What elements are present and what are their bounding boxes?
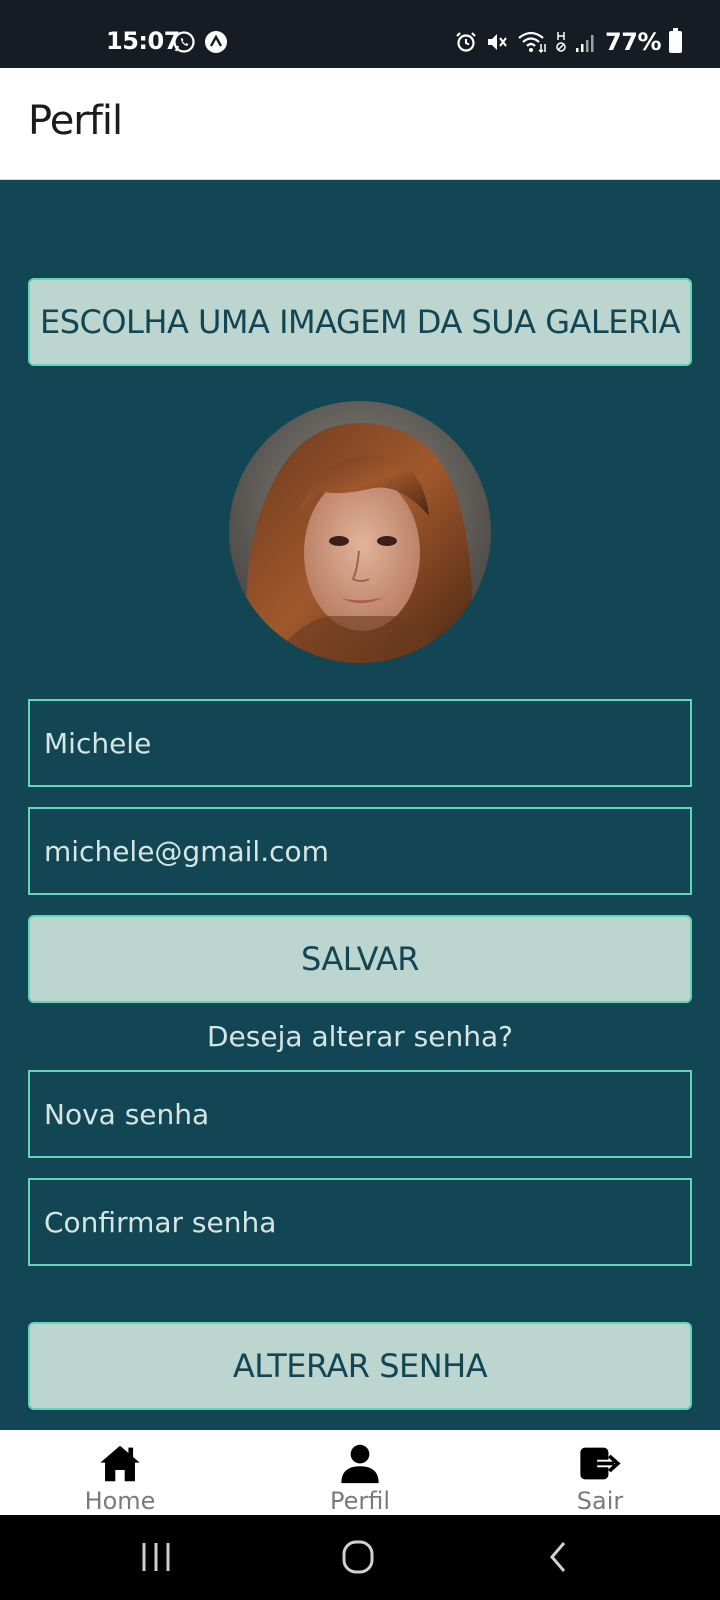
nav-label-home: Home bbox=[84, 1487, 156, 1515]
status-left-icons bbox=[172, 30, 228, 54]
avatar[interactable] bbox=[229, 401, 491, 663]
home-icon bbox=[100, 1445, 140, 1482]
battery-icon bbox=[669, 28, 682, 53]
nav-label-sair: Sair bbox=[576, 1487, 624, 1515]
app-header: Perfil bbox=[0, 68, 720, 180]
battery-percent: 77% bbox=[605, 28, 661, 56]
change-password-button[interactable]: ALTERAR SENHA bbox=[28, 1322, 692, 1410]
user-icon bbox=[341, 1444, 379, 1484]
change-password-question: Deseja alterar senha? bbox=[207, 1020, 513, 1053]
recent-apps-icon[interactable] bbox=[134, 1537, 178, 1577]
new-password-field[interactable]: Nova senha bbox=[28, 1070, 692, 1158]
status-time: 15:07 bbox=[106, 27, 180, 55]
nav-item-perfil[interactable]: Perfil bbox=[280, 1430, 440, 1515]
nav-label-perfil: Perfil bbox=[329, 1487, 391, 1515]
volte-icon bbox=[556, 32, 566, 52]
app-notification-icon bbox=[205, 31, 227, 53]
signal-icon bbox=[576, 35, 594, 52]
bottom-nav: Home Perfil Sair bbox=[0, 1430, 720, 1515]
alarm-icon bbox=[456, 32, 476, 52]
confirm-password-field[interactable]: Confirmar senha bbox=[28, 1178, 692, 1266]
status-right-icons: 77% bbox=[455, 28, 682, 56]
logout-icon bbox=[580, 1447, 621, 1480]
email-field[interactable]: michele@gmail.com bbox=[28, 807, 692, 895]
back-icon[interactable] bbox=[538, 1537, 582, 1577]
nav-item-sair[interactable]: Sair bbox=[520, 1430, 680, 1515]
status-bar: 15:07 77% bbox=[0, 0, 720, 68]
mute-icon bbox=[488, 34, 507, 50]
profile-photo bbox=[229, 401, 491, 663]
home-circle-icon[interactable] bbox=[336, 1537, 380, 1577]
wifi-icon bbox=[518, 31, 546, 54]
system-nav-bar bbox=[0, 1515, 720, 1600]
choose-image-button[interactable]: ESCOLHA UMA IMAGEM DA SUA GALERIA bbox=[28, 278, 692, 366]
nav-item-home[interactable]: Home bbox=[40, 1430, 200, 1515]
whatsapp-icon bbox=[173, 31, 195, 53]
page-title: Perfil bbox=[28, 98, 123, 144]
name-field[interactable]: Michele bbox=[28, 699, 692, 787]
save-button[interactable]: SALVAR bbox=[28, 915, 692, 1003]
